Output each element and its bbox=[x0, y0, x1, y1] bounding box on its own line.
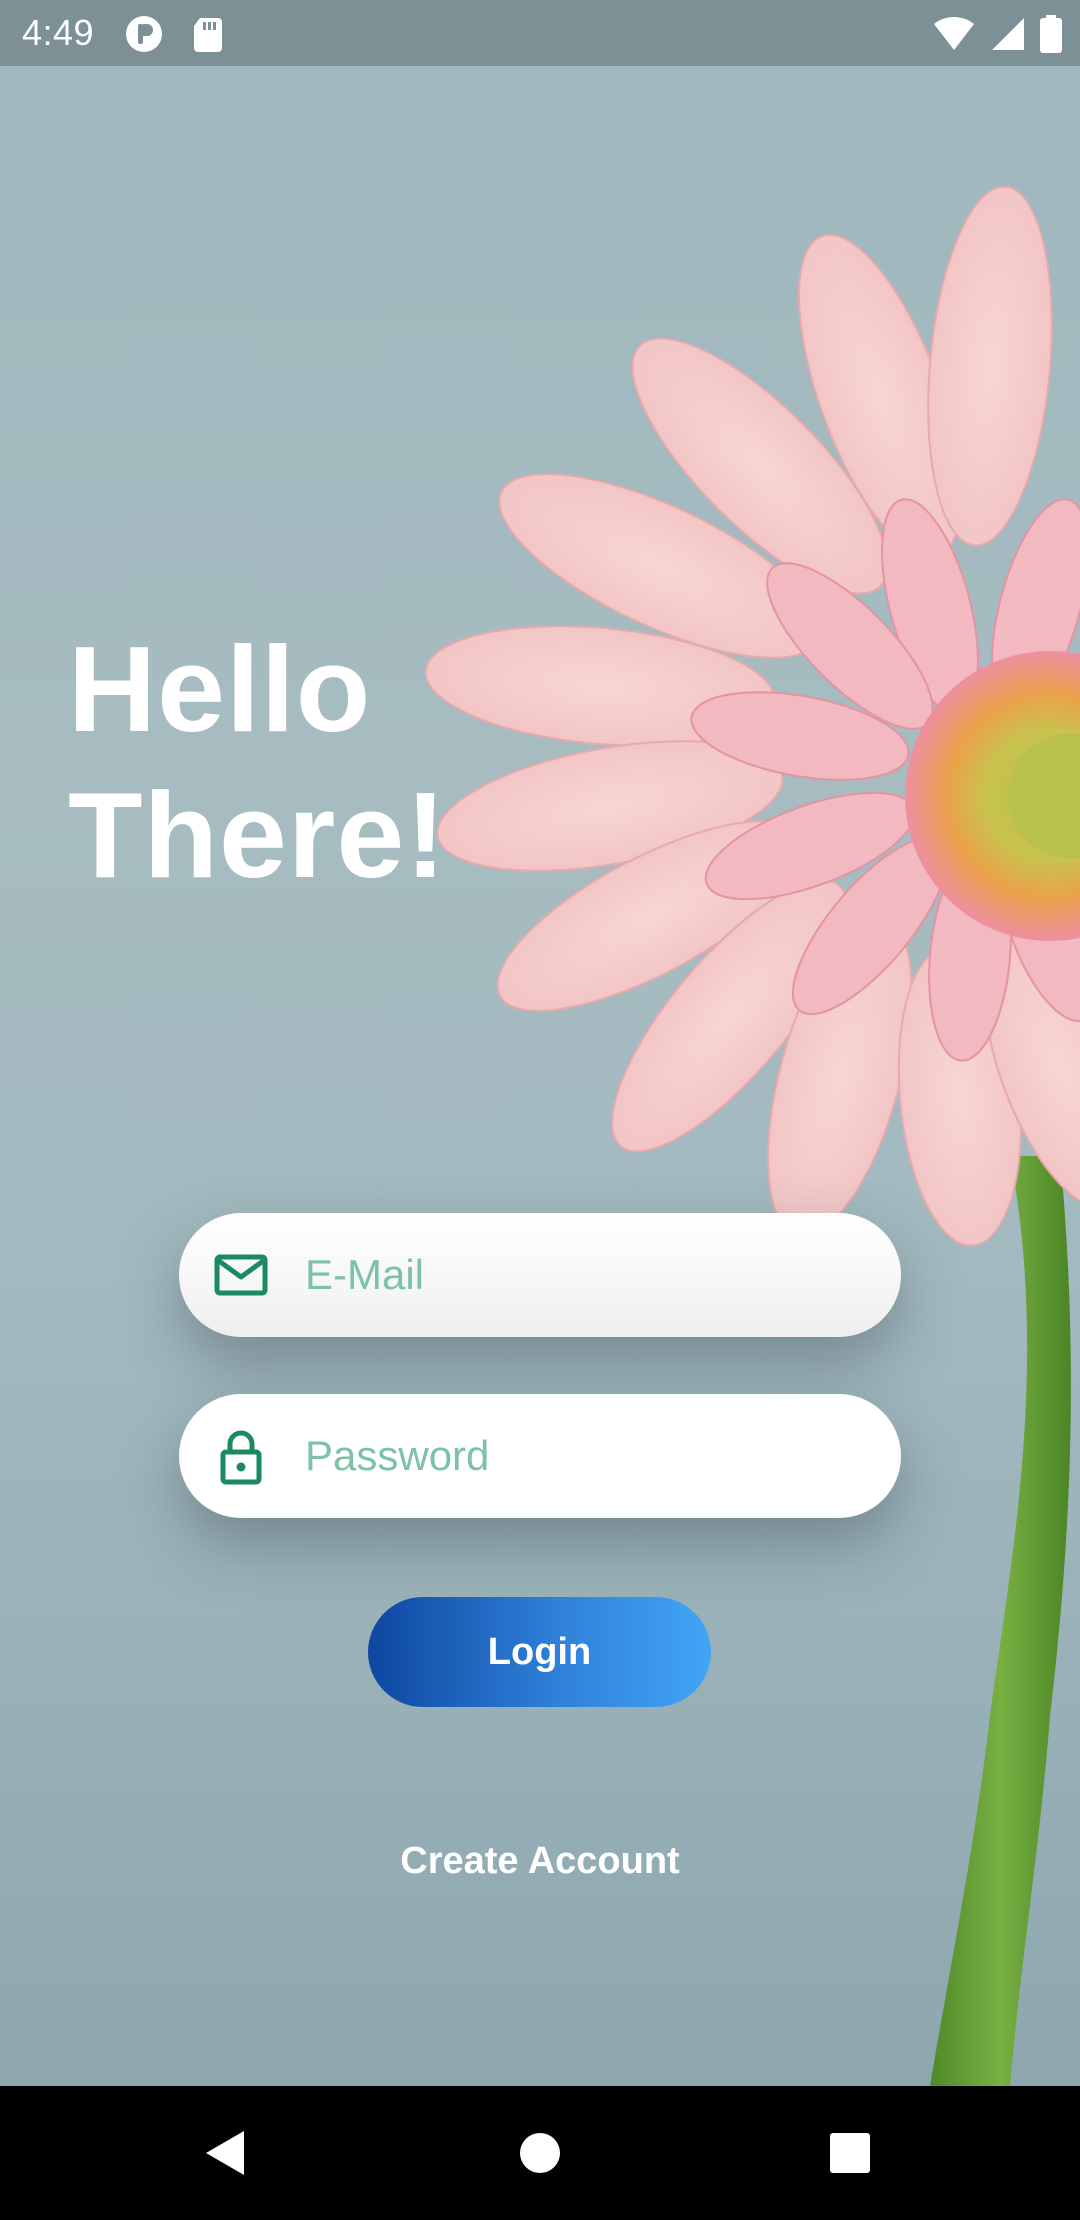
hero-title: Hello There! bbox=[68, 621, 447, 903]
wifi-icon bbox=[934, 16, 974, 50]
create-account-link[interactable]: Create Account bbox=[340, 1836, 740, 1886]
back-button[interactable] bbox=[166, 2086, 286, 2220]
app-notification-icon bbox=[126, 16, 162, 52]
signal-icon bbox=[992, 18, 1024, 50]
home-button[interactable] bbox=[480, 2086, 600, 2220]
login-screen: 4:49 Hello There! E-Mail Login Create Ac… bbox=[0, 0, 1080, 2220]
home-icon bbox=[520, 2133, 560, 2173]
password-input[interactable] bbox=[305, 1394, 865, 1518]
email-input[interactable] bbox=[305, 1213, 865, 1337]
password-field-container[interactable] bbox=[179, 1394, 901, 1518]
battery-icon bbox=[1040, 15, 1062, 53]
mail-icon bbox=[214, 1254, 268, 1296]
recents-icon bbox=[830, 2133, 870, 2173]
email-field-container[interactable] bbox=[179, 1213, 901, 1337]
recents-button[interactable] bbox=[790, 2086, 910, 2220]
status-time: 4:49 bbox=[22, 12, 95, 53]
sd-card-icon bbox=[194, 18, 222, 52]
status-right-icons bbox=[932, 14, 1062, 54]
flower-image bbox=[424, 185, 1080, 2086]
status-bar: 4:49 bbox=[0, 0, 1080, 66]
navigation-bar bbox=[0, 2086, 1080, 2220]
login-button[interactable]: Login bbox=[368, 1597, 711, 1707]
lock-icon bbox=[220, 1430, 262, 1485]
login-background: Hello There! Login Create Account bbox=[0, 66, 1080, 2086]
back-icon bbox=[206, 2131, 244, 2175]
